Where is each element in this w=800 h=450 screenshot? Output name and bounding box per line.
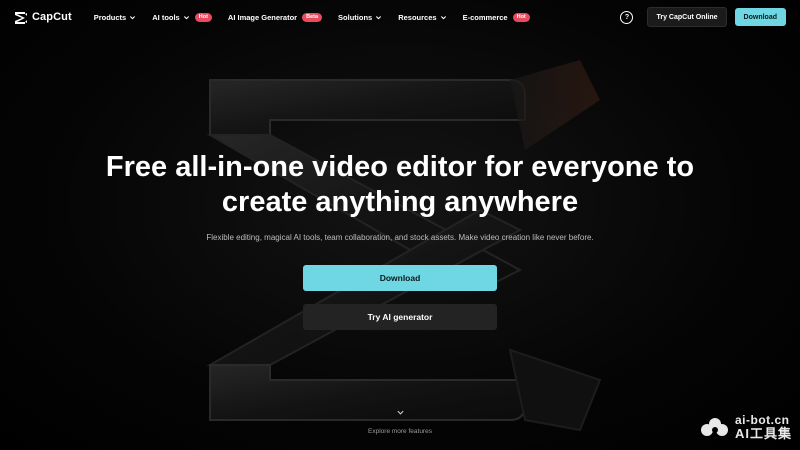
hot-badge: Hot xyxy=(512,12,530,22)
chevron-down-icon xyxy=(440,15,446,19)
watermark-line-2: AI工具集 xyxy=(734,426,792,441)
nav-item-label: Resources xyxy=(398,12,437,22)
try-ai-generator-button[interactable]: Try AI generator xyxy=(303,304,497,330)
nav-item-solutions[interactable]: Solutions xyxy=(338,13,382,22)
hero-subtitle: Flexible editing, magical AI tools, team… xyxy=(206,233,594,242)
chevron-down-icon xyxy=(183,15,189,19)
download-button[interactable]: Download xyxy=(303,265,497,291)
landing-page: CapCut Products AI tools Hot AI Image Ge… xyxy=(0,0,800,450)
nav-item-label: E-commerce xyxy=(462,12,508,22)
header-download-button[interactable]: Download xyxy=(734,8,786,26)
nav-item-e-commerce[interactable]: E-commerce Hot xyxy=(462,12,530,22)
hero-title: Free all-in-one video editor for everyon… xyxy=(0,150,800,220)
header-actions: ? Try CapCut Online Download xyxy=(620,7,786,27)
brand-name: CapCut xyxy=(32,11,72,23)
brand-logo[interactable]: CapCut xyxy=(14,10,72,24)
watermark: ai-bot.cn AI工具集 xyxy=(699,414,792,440)
hot-badge: Hot xyxy=(194,12,212,22)
hero-title-line-2: create anything anywhere xyxy=(221,186,579,218)
nav-item-label: AI tools xyxy=(152,12,180,22)
nav-item-label: AI Image Generator xyxy=(227,12,298,22)
explore-label: Explore more features xyxy=(368,428,432,435)
nav-item-ai-image-generator[interactable]: AI Image Generator Beta xyxy=(227,12,323,22)
watermark-logo-icon xyxy=(700,418,728,436)
nav-item-ai-tools[interactable]: AI tools Hot xyxy=(152,12,212,22)
chevron-down-icon xyxy=(396,410,404,415)
chevron-down-icon xyxy=(376,15,382,19)
hero-title-line-1: Free all-in-one video editor for everyon… xyxy=(105,151,695,183)
chevron-down-icon xyxy=(130,15,136,19)
try-capcut-online-button[interactable]: Try CapCut Online xyxy=(647,7,727,27)
nav-item-resources[interactable]: Resources xyxy=(398,13,446,22)
watermark-text: ai-bot.cn AI工具集 xyxy=(734,414,792,441)
hero-section: Free all-in-one video editor for everyon… xyxy=(0,150,800,242)
top-navigation-bar: CapCut Products AI tools Hot AI Image Ge… xyxy=(0,0,800,34)
nav-item-products[interactable]: Products xyxy=(94,13,137,22)
background-capcut-logo-icon xyxy=(206,60,602,432)
nav-item-label: Products xyxy=(93,12,127,22)
main-nav: Products AI tools Hot AI Image Generator… xyxy=(94,12,530,22)
beta-badge: Beta xyxy=(302,12,323,22)
capcut-logo-icon xyxy=(15,12,27,24)
explore-more-features[interactable]: Explore more features xyxy=(0,404,800,435)
nav-item-label: Solutions xyxy=(338,12,373,22)
help-circle-icon[interactable]: ? xyxy=(620,10,634,24)
